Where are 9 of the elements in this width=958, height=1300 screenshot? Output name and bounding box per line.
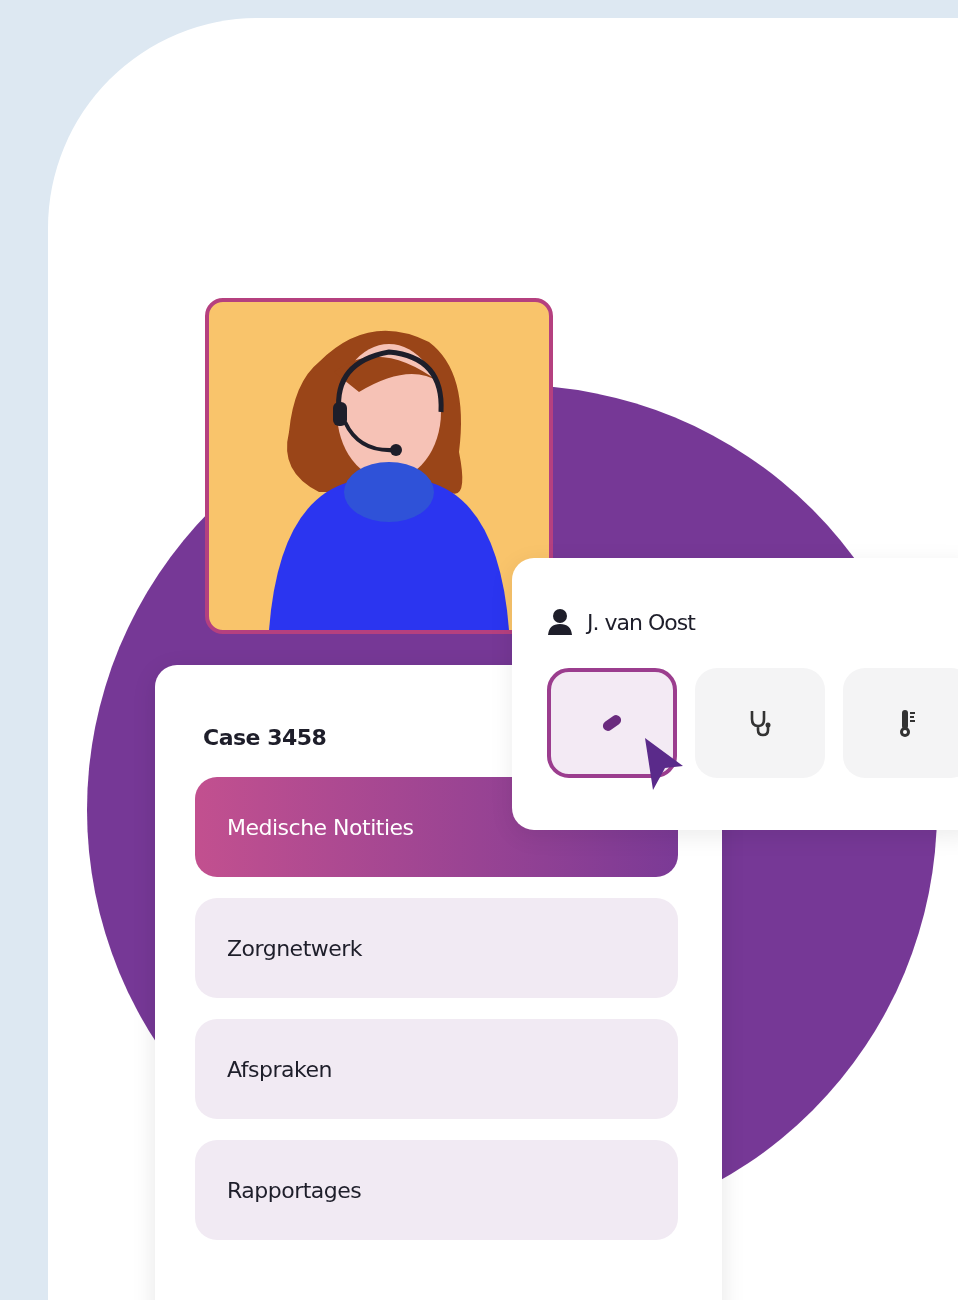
person-icon — [547, 608, 573, 636]
tool-button[interactable] — [547, 668, 677, 778]
thermometer-icon — [898, 708, 918, 738]
menu-item[interactable]: Rapportages — [195, 1140, 678, 1240]
stethoscope-icon — [748, 709, 772, 737]
patient-name: J. van Oost — [587, 609, 695, 635]
menu-item[interactable]: Zorgnetwerk — [195, 898, 678, 998]
menu-item[interactable]: Afspraken — [195, 1019, 678, 1119]
case-title: Case 3458 — [203, 725, 328, 752]
